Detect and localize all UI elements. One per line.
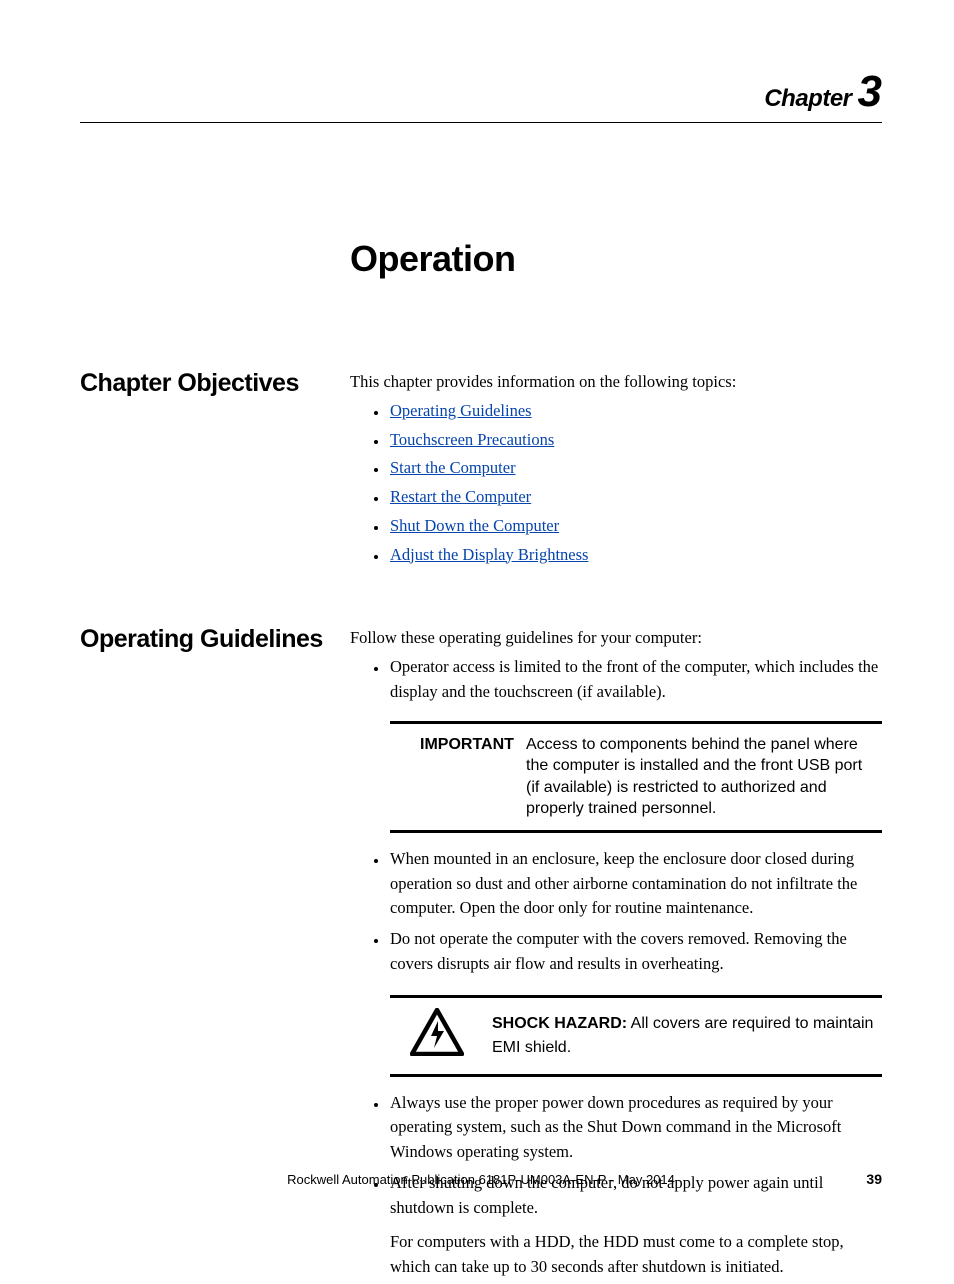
shock-hazard-icon (396, 1008, 464, 1064)
important-callout: IMPORTANT Access to components behind th… (390, 721, 882, 833)
important-label: IMPORTANT (396, 734, 508, 820)
link-restart-computer[interactable]: Restart the Computer (390, 487, 531, 506)
section-chapter-objectives: Chapter Objectives This chapter provides… (80, 370, 882, 571)
objectives-intro: This chapter provides information on the… (350, 370, 882, 395)
footer-publication: Rockwell Automation Publication 6181P-UM… (80, 1172, 882, 1187)
chapter-label: Chapter (764, 85, 851, 113)
link-adjust-brightness[interactable]: Adjust the Display Brightness (390, 545, 588, 564)
guideline-bullet-1: Operator access is limited to the front … (388, 655, 882, 705)
important-body: Access to components behind the panel wh… (526, 734, 876, 820)
page-number: 39 (866, 1171, 882, 1187)
hdd-note: For computers with a HDD, the HDD must c… (390, 1230, 882, 1280)
guidelines-intro: Follow these operating guidelines for yo… (350, 626, 882, 651)
link-touchscreen-precautions[interactable]: Touchscreen Precautions (390, 430, 554, 449)
chapter-header: Chapter 3 (80, 70, 882, 123)
shock-hazard-label: SHOCK HAZARD: (492, 1015, 627, 1032)
chapter-title: Operation (350, 238, 882, 280)
heading-chapter-objectives: Chapter Objectives (80, 370, 350, 398)
guideline-bullet-4: Always use the proper power down procedu… (388, 1091, 882, 1165)
objectives-link-list: Operating Guidelines Touchscreen Precaut… (350, 399, 882, 568)
link-start-computer[interactable]: Start the Computer (390, 458, 516, 477)
guideline-bullet-3: Do not operate the computer with the cov… (388, 927, 882, 977)
chapter-number: 3 (858, 70, 882, 114)
shock-hazard-callout: SHOCK HAZARD: All covers are required to… (390, 995, 882, 1077)
link-shut-down-computer[interactable]: Shut Down the Computer (390, 516, 559, 535)
guideline-bullet-2: When mounted in an enclosure, keep the e… (388, 847, 882, 921)
heading-operating-guidelines: Operating Guidelines (80, 626, 350, 654)
link-operating-guidelines[interactable]: Operating Guidelines (390, 401, 532, 420)
shock-hazard-text: SHOCK HAZARD: All covers are required to… (492, 1012, 876, 1060)
